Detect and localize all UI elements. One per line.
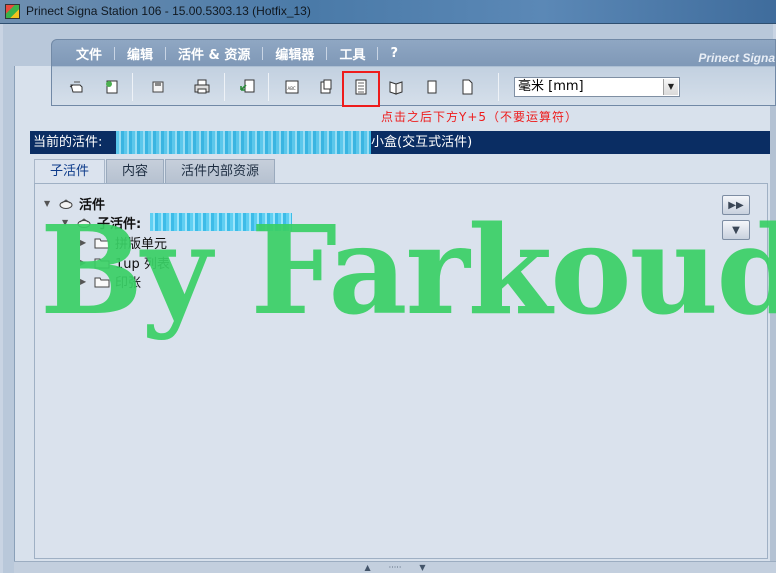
- bottom-splitter[interactable]: ▲ ····· ▼: [14, 561, 776, 573]
- open-job-button[interactable]: [66, 75, 90, 99]
- expand-arrow-icon[interactable]: ▶: [80, 277, 90, 286]
- tree-node-label: 1up 列表: [115, 257, 170, 272]
- current-job-name: 小盒(交互式活件): [371, 135, 473, 150]
- tree-node-label: 子活件:: [97, 217, 142, 232]
- toolbar-separator: [132, 73, 133, 101]
- toolbar-separator: [224, 73, 225, 101]
- redacted-subjob-name: [150, 213, 292, 231]
- menu-tools[interactable]: 工具: [327, 44, 377, 63]
- sheet-copy-button[interactable]: [314, 75, 338, 99]
- window-title: Prinect Signa Station 106 - 15.00.5303.1…: [26, 4, 311, 18]
- right-edge-scroll[interactable]: [770, 66, 776, 561]
- new-job-icon: [106, 80, 118, 94]
- sheet-copy-icon: [320, 79, 332, 94]
- expand-arrow-icon[interactable]: ▶: [80, 258, 90, 267]
- fast-forward-icon: ▶▶: [728, 199, 744, 211]
- new-job-button[interactable]: [100, 75, 124, 99]
- blank-page-icon: [462, 79, 473, 95]
- print-button[interactable]: [190, 75, 214, 99]
- collapse-down-icon[interactable]: ▼: [419, 563, 425, 572]
- abc-sheet-button[interactable]: ABC: [280, 75, 304, 99]
- tree-node-subjob[interactable]: ▼ 子活件:: [62, 213, 141, 232]
- folder-icon: [94, 237, 110, 249]
- menu-help[interactable]: ?: [378, 46, 410, 61]
- import-button[interactable]: [236, 75, 260, 99]
- menu-editor[interactable]: 编辑器: [263, 44, 326, 63]
- print-icon: [194, 79, 210, 94]
- fold-sheet-icon: [389, 81, 403, 95]
- save-button[interactable]: [146, 75, 170, 99]
- abc-sheet-icon: ABC: [285, 80, 299, 94]
- single-page-icon: [427, 80, 437, 94]
- collapse-up-icon[interactable]: ▲: [364, 563, 370, 572]
- toolbar: ABC 毫米 [mm] ▼: [52, 68, 775, 107]
- subjob-icon: [76, 217, 92, 229]
- blank-page-button[interactable]: [455, 75, 479, 99]
- open-job-icon: [69, 81, 83, 93]
- grip-icon: ·····: [388, 563, 402, 572]
- collapse-arrow-icon[interactable]: ▼: [44, 199, 54, 208]
- toolbar-separator: [498, 73, 499, 101]
- unit-select[interactable]: 毫米 [mm] ▼: [514, 77, 680, 97]
- redacted-job-id: [116, 131, 371, 154]
- menu-edit[interactable]: 编辑: [115, 44, 165, 63]
- tree-node-sheets[interactable]: ▶ 印张: [80, 272, 141, 291]
- folder-icon: [94, 257, 110, 269]
- tab-job-internal-resources[interactable]: 活件内部资源: [165, 159, 276, 183]
- job-icon: [58, 198, 74, 210]
- tree-node-label: 活件: [79, 198, 106, 213]
- tree-node-1up-list[interactable]: ▶ 1up 列表: [80, 253, 170, 272]
- brand-logo-text: Prinect Signa: [698, 51, 775, 65]
- unit-select-value: 毫米 [mm]: [518, 79, 584, 94]
- highlight-box: [342, 71, 380, 107]
- tree-node-signature[interactable]: ▶ 拼版单元: [80, 233, 167, 252]
- single-page-button[interactable]: [420, 75, 444, 99]
- collapse-arrow-icon[interactable]: ▼: [62, 218, 72, 227]
- save-icon: [152, 81, 164, 93]
- toolbar-separator: [268, 73, 269, 101]
- folder-icon: [94, 276, 110, 288]
- expand-all-button[interactable]: ▼: [722, 220, 750, 240]
- fold-sheet-button[interactable]: [384, 75, 408, 99]
- tab-content[interactable]: 内容: [106, 159, 165, 183]
- red-annotation: 点击之后下方Y+5（不要运算符）: [381, 110, 579, 124]
- svg-text:ABC: ABC: [288, 86, 296, 91]
- window-titlebar[interactable]: Prinect Signa Station 106 - 15.00.5303.1…: [0, 0, 776, 24]
- current-job-label: 当前的活件:: [33, 135, 103, 150]
- tree-node-job[interactable]: ▼ 活件: [44, 194, 105, 213]
- tab-strip: 子活件 内容 活件内部资源: [34, 159, 276, 183]
- double-down-icon: ▼: [732, 224, 740, 236]
- tab-subjobs[interactable]: 子活件: [34, 159, 106, 183]
- tree-node-label: 印张: [115, 276, 142, 291]
- tree-node-label: 拼版单元: [115, 237, 168, 252]
- app-header: 文件 编辑 活件 & 资源 编辑器 工具 ? Prinect Signa ABC…: [51, 39, 776, 107]
- app-icon: [5, 4, 20, 19]
- menu-job-resources[interactable]: 活件 & 资源: [166, 44, 262, 63]
- import-icon: [240, 79, 255, 93]
- menu-file[interactable]: 文件: [64, 44, 114, 63]
- expand-arrow-icon[interactable]: ▶: [80, 238, 90, 247]
- fast-forward-button[interactable]: ▶▶: [722, 195, 750, 215]
- chevron-down-icon[interactable]: ▼: [663, 79, 678, 95]
- menu-bar: 文件 编辑 活件 & 资源 编辑器 工具 ?: [52, 40, 775, 67]
